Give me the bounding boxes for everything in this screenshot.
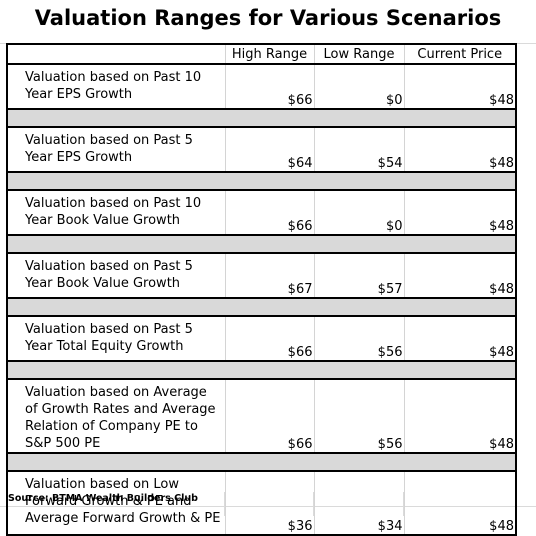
table-row: Valuation based on Past 5 Year Book Valu… — [7, 253, 516, 299]
separator-row — [7, 453, 516, 472]
low-range-cell[interactable]: $34 — [313, 471, 404, 536]
separator-cell — [7, 453, 516, 472]
separator-row — [7, 361, 516, 380]
table-row: Valuation based on Past 10 Year EPS Grow… — [7, 64, 516, 110]
column-header-low[interactable]: Low Range — [313, 44, 404, 65]
gridline — [515, 43, 536, 44]
current-price-cell[interactable]: $48 — [403, 253, 516, 299]
row-label[interactable]: Valuation based on Past 5 Year Book Valu… — [7, 253, 225, 299]
separator-row — [7, 172, 516, 191]
high-range-cell[interactable]: $66 — [224, 190, 314, 236]
separator-cell — [7, 235, 516, 254]
row-label[interactable]: Valuation based on Past 10 Year EPS Grow… — [7, 64, 225, 110]
separator-cell — [7, 172, 516, 191]
table-row: Valuation based on Past 5 Year Total Equ… — [7, 316, 516, 362]
high-range-cell[interactable]: $66 — [224, 379, 314, 454]
separator-cell — [7, 361, 516, 380]
high-range-cell[interactable]: $66 — [224, 316, 314, 362]
table-row: Valuation based on Average of Growth Rat… — [7, 379, 516, 454]
row-label[interactable]: Valuation based on Past 5 Year EPS Growt… — [7, 127, 225, 173]
separator-cell — [7, 298, 516, 317]
low-range-cell[interactable]: $54 — [313, 127, 404, 173]
high-range-cell[interactable]: $67 — [224, 253, 314, 299]
low-range-cell[interactable]: $57 — [313, 253, 404, 299]
current-price-cell[interactable]: $48 — [403, 127, 516, 173]
row-label[interactable]: Valuation based on Average of Growth Rat… — [7, 379, 225, 454]
current-price-cell[interactable]: $48 — [403, 379, 516, 454]
current-price-cell[interactable]: $48 — [403, 316, 516, 362]
header-row: High Range Low Range Current Price — [7, 44, 516, 65]
page-title: Valuation Ranges for Various Scenarios — [34, 6, 502, 30]
current-price-cell[interactable]: $48 — [403, 471, 516, 536]
column-header-high[interactable]: High Range — [224, 44, 314, 65]
valuation-table: High Range Low Range Current Price Valua… — [6, 43, 517, 536]
column-header — [7, 44, 225, 65]
separator-cell — [7, 109, 516, 128]
low-range-cell[interactable]: $0 — [313, 190, 404, 236]
low-range-cell[interactable]: $0 — [313, 64, 404, 110]
column-header-current[interactable]: Current Price — [403, 44, 516, 65]
table-row: Valuation based on Past 10 Year Book Val… — [7, 190, 516, 236]
current-price-cell[interactable]: $48 — [403, 64, 516, 110]
row-label[interactable]: Valuation based on Past 10 Year Book Val… — [7, 190, 225, 236]
current-price-cell[interactable]: $48 — [403, 190, 516, 236]
row-label[interactable]: Valuation based on Past 5 Year Total Equ… — [7, 316, 225, 362]
high-range-cell[interactable]: $64 — [224, 127, 314, 173]
table-row: Valuation based on Past 5 Year EPS Growt… — [7, 127, 516, 173]
high-range-cell[interactable]: $66 — [224, 64, 314, 110]
low-range-cell[interactable]: $56 — [313, 379, 404, 454]
separator-row — [7, 298, 516, 317]
high-range-cell[interactable]: $36 — [224, 471, 314, 536]
low-range-cell[interactable]: $56 — [313, 316, 404, 362]
separator-row — [7, 235, 516, 254]
source-note: Source: BTMA Wealth Builders Club — [8, 493, 198, 504]
separator-row — [7, 109, 516, 128]
